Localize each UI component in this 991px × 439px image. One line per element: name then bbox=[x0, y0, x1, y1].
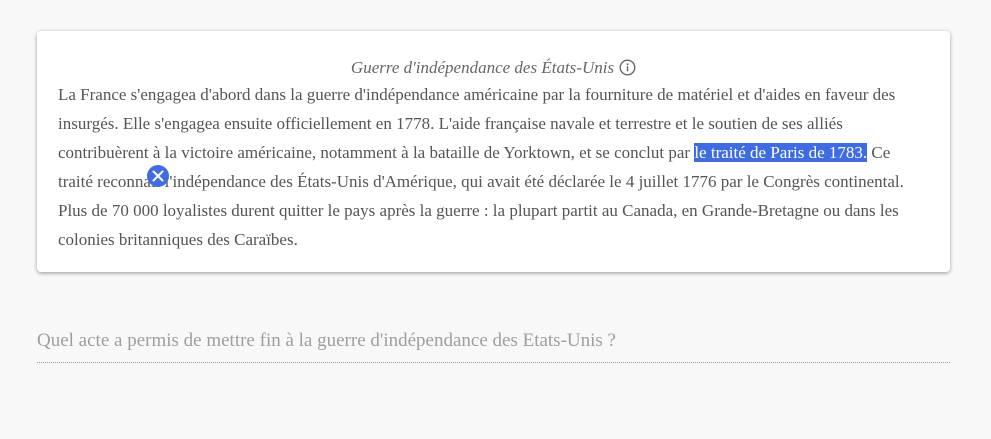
info-icon[interactable] bbox=[619, 58, 636, 76]
question-field[interactable]: Quel acte a permis de mettre fin à la gu… bbox=[37, 327, 950, 363]
passage-text: La France s'engagea d'abord dans la guer… bbox=[58, 80, 929, 254]
close-icon bbox=[152, 170, 164, 182]
question-text: Quel acte a permis de mettre fin à la gu… bbox=[37, 330, 616, 351]
selected-answer-highlight[interactable]: le traité de Paris de 1783. bbox=[694, 143, 868, 162]
passage-card: Guerre d'indépendance des États-Unis La … bbox=[37, 31, 950, 272]
clear-selection-button[interactable] bbox=[147, 165, 169, 187]
passage-title-row: Guerre d'indépendance des États-Unis bbox=[58, 55, 929, 81]
passage-title: Guerre d'indépendance des États-Unis bbox=[350, 58, 615, 77]
